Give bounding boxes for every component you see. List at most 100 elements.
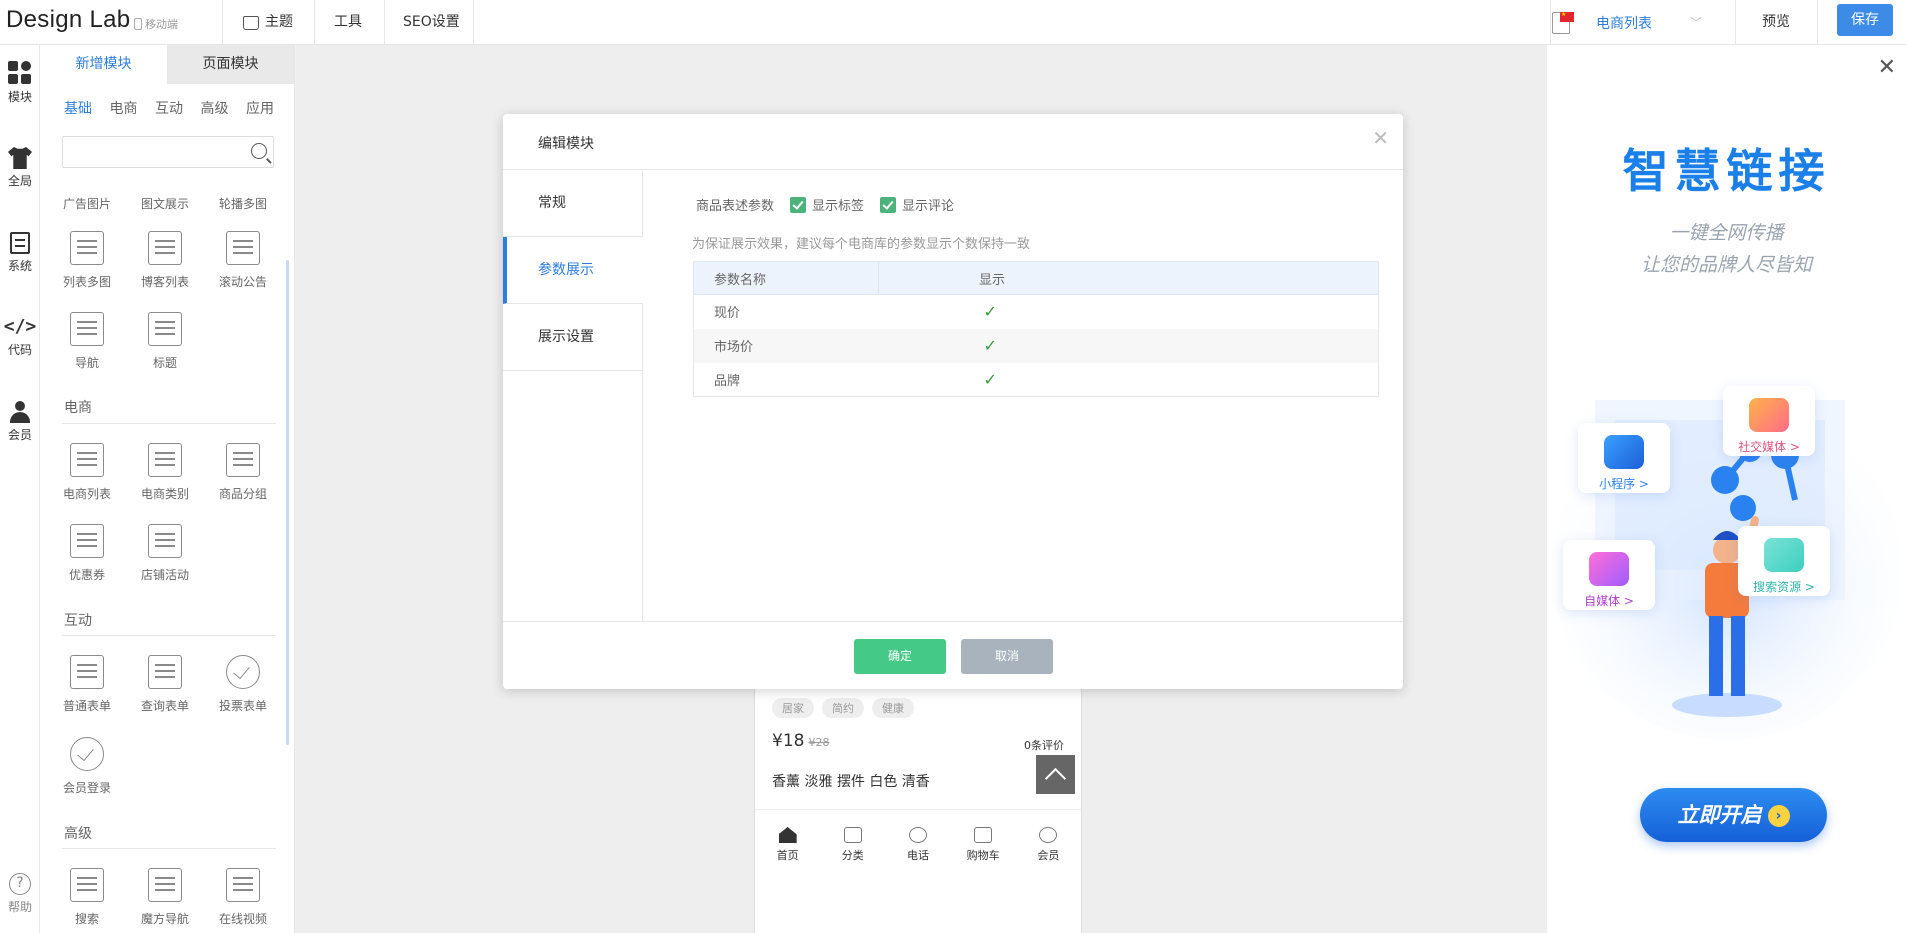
module-search-input[interactable]: [63, 137, 243, 167]
close-icon[interactable]: ✕: [1372, 126, 1389, 150]
nav-tools[interactable]: 工具: [334, 0, 362, 45]
show-tags-option[interactable]: 显示标签: [790, 195, 864, 214]
category-basic[interactable]: 基础: [64, 98, 92, 118]
product-tag: 简约: [822, 698, 864, 718]
shown-checkmark-icon[interactable]: ✓: [879, 295, 1379, 329]
tabbar-category[interactable]: 分类: [823, 827, 883, 863]
module-label: 投票表单: [218, 699, 267, 713]
tabbar-phone[interactable]: 电话: [888, 827, 948, 863]
mobile-tag[interactable]: 移动端: [134, 16, 178, 32]
rail-item-global[interactable]: 全局: [0, 147, 40, 189]
rail-item-member[interactable]: 会员: [0, 401, 40, 443]
card-search-resources[interactable]: 搜索资源 >: [1738, 526, 1830, 596]
show-reviews-checkbox[interactable]: [880, 196, 897, 213]
module-product-group[interactable]: 商品分组: [203, 443, 283, 502]
tab-page-module[interactable]: 页面模块: [167, 45, 294, 84]
nav-seo-label: SEO设置: [403, 14, 460, 30]
tabbar-member[interactable]: 会员: [1018, 827, 1078, 863]
module-blog-list[interactable]: 博客列表: [125, 231, 205, 290]
cancel-button[interactable]: 取消: [961, 639, 1053, 674]
close-icon[interactable]: ✕: [1878, 55, 1896, 80]
module-label: 图文展示: [140, 197, 189, 211]
module-video[interactable]: 在线视频: [203, 868, 283, 927]
product-name[interactable]: 香薰 淡雅 摆件 白色 清香: [772, 771, 930, 791]
search-icon[interactable]: [251, 143, 267, 159]
rail-item-help[interactable]: ? 帮助: [0, 873, 40, 915]
search-module-icon: [70, 868, 104, 902]
module-label: 电商类别: [140, 487, 189, 501]
start-now-button[interactable]: 立即开启 ›: [1640, 788, 1827, 842]
shirt-icon: [8, 147, 32, 169]
table-row[interactable]: 品牌 ✓: [694, 363, 1379, 397]
rail-item-code[interactable]: </> 代码: [0, 316, 40, 358]
section-divider: [62, 848, 276, 849]
module-panel: 新增模块 页面模块 基础 电商 互动 高级 应用 广告图片 图文展示 轮播多图 …: [40, 45, 295, 933]
social-icon: [1749, 398, 1789, 432]
nav-divider: [1735, 0, 1736, 45]
module-store-event[interactable]: 店铺活动: [125, 524, 205, 583]
module-label: 滚动公告: [218, 275, 267, 289]
confirm-button[interactable]: 确定: [854, 639, 946, 674]
show-tags-checkbox[interactable]: [790, 196, 807, 213]
rail-item-modules[interactable]: 模块: [0, 61, 40, 105]
module-ecom-category[interactable]: 电商类别: [125, 443, 205, 502]
card-self-media[interactable]: 自媒体 >: [1563, 540, 1655, 610]
panel-scrollbar[interactable]: [286, 260, 289, 745]
module-notice[interactable]: 滚动公告: [203, 231, 283, 290]
tab-param-display[interactable]: 参数展示: [503, 237, 643, 304]
category-advanced[interactable]: 高级: [201, 98, 229, 118]
tab-add-module[interactable]: 新增模块: [40, 45, 167, 84]
table-row[interactable]: 市场价 ✓: [693, 328, 1379, 363]
module-image-list[interactable]: 列表多图: [47, 231, 127, 290]
title-icon: [148, 312, 182, 346]
save-button[interactable]: 保存: [1837, 4, 1893, 36]
rail-item-system[interactable]: 系统: [0, 232, 40, 274]
shown-checkmark-icon[interactable]: ✓: [879, 363, 1379, 397]
module-vote-form[interactable]: 投票表单: [203, 655, 283, 714]
site-selector[interactable]: 电商列表 ﹀: [1552, 0, 1702, 45]
module-image-text[interactable]: 图文展示: [125, 195, 205, 212]
module-member-login[interactable]: 会员登录: [47, 737, 127, 796]
module-title[interactable]: 标题: [125, 312, 205, 371]
top-bar: Design Lab 移动端 主题 工具 SEO设置 电商列表 ﹀ 预览 保存: [0, 0, 1906, 45]
tabbar-cart[interactable]: 购物车: [953, 827, 1013, 863]
back-to-top-button[interactable]: [1036, 755, 1075, 794]
category-apps[interactable]: 应用: [246, 98, 274, 118]
category-interactive[interactable]: 互动: [155, 98, 183, 118]
module-coupon[interactable]: 优惠券: [47, 524, 127, 583]
module-nav[interactable]: 导航: [47, 312, 127, 371]
show-reviews-label: 显示评论: [902, 199, 955, 214]
left-rail: 模块 全局 系统 </> 代码 会员 ? 帮助: [0, 45, 40, 933]
module-label: 搜索: [74, 912, 99, 926]
old-price: ¥28: [808, 736, 830, 749]
category-ecommerce[interactable]: 电商: [110, 98, 138, 118]
module-search[interactable]: 搜索: [47, 868, 127, 927]
module-ad-image[interactable]: 广告图片: [47, 195, 127, 212]
module-magic-nav[interactable]: 魔方导航: [125, 868, 205, 927]
module-query-form[interactable]: 查询表单: [125, 655, 205, 714]
preview-button[interactable]: 预览: [1762, 0, 1790, 45]
show-tags-label: 显示标签: [812, 199, 865, 214]
column-header: 参数名称: [693, 261, 879, 295]
tab-display-settings[interactable]: 展示设置: [503, 304, 643, 371]
module-carousel[interactable]: 轮播多图: [203, 195, 283, 212]
card-social-media[interactable]: 社交媒体 >: [1723, 386, 1815, 456]
show-reviews-option[interactable]: 显示评论: [880, 195, 954, 214]
table-row[interactable]: 现价 ✓: [694, 295, 1379, 329]
module-label: 店铺活动: [140, 568, 189, 582]
tabbar-home[interactable]: 首页: [758, 827, 818, 863]
card-mini-program[interactable]: 小程序 >: [1578, 423, 1670, 493]
code-icon: </>: [3, 316, 37, 337]
app-logo[interactable]: Design Lab: [6, 6, 130, 34]
shown-checkmark-icon[interactable]: ✓: [878, 328, 1379, 363]
nav-seo[interactable]: SEO设置: [403, 0, 460, 45]
video-camera-icon: [1589, 552, 1629, 586]
module-form[interactable]: 普通表单: [47, 655, 127, 714]
module-label: 会员登录: [62, 781, 111, 795]
product-tag: 健康: [872, 698, 914, 718]
module-ecom-list[interactable]: 电商列表: [47, 443, 127, 502]
tab-general[interactable]: 常规: [503, 170, 643, 237]
module-label: 查询表单: [140, 699, 189, 713]
nav-theme[interactable]: 主题: [243, 0, 293, 45]
coupon-icon: [70, 524, 104, 558]
